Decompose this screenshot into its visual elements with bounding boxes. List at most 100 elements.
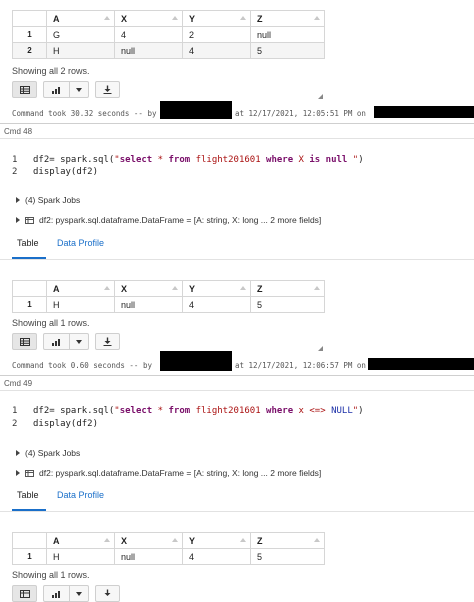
table-row: 2 H null 4 5	[12, 42, 325, 59]
tab-data-profile[interactable]: Data Profile	[57, 238, 104, 248]
chart-part[interactable]	[44, 590, 69, 598]
column-header-y[interactable]: Y	[182, 532, 251, 549]
cell-border	[0, 138, 474, 139]
column-header-x[interactable]: X	[114, 280, 183, 297]
sort-icon[interactable]	[314, 538, 320, 542]
column-header-z[interactable]: Z	[250, 10, 325, 27]
display-toolbar	[12, 585, 120, 602]
table-view-button[interactable]	[12, 81, 37, 98]
table-row: 1 H null 4 5	[12, 296, 325, 313]
table-icon	[19, 85, 30, 94]
resize-handle[interactable]	[318, 94, 323, 99]
column-header-x[interactable]: X	[114, 532, 183, 549]
column-header-z[interactable]: Z	[250, 280, 325, 297]
table-header-row: A X Y Z	[12, 10, 325, 27]
table-header-row: A X Y Z	[12, 532, 325, 549]
command-timestamp: at 12/17/2021, 12:05:51 PM on	[235, 109, 366, 118]
column-header-a[interactable]: A	[46, 280, 115, 297]
cell-label: Cmd 48	[4, 127, 33, 136]
column-header-a[interactable]: A	[46, 532, 115, 549]
download-icon	[103, 85, 112, 94]
table-cell: 5	[250, 42, 325, 59]
chevron-down-icon	[75, 87, 82, 92]
dataframe-table-icon	[25, 216, 34, 224]
chevron-down-icon	[75, 591, 82, 596]
row-index: 1	[12, 26, 47, 43]
chevron-down-icon	[75, 339, 82, 344]
display-toolbar	[12, 333, 120, 350]
sort-icon[interactable]	[104, 538, 110, 542]
cell-label: Cmd 49	[4, 379, 33, 388]
sort-icon[interactable]	[104, 16, 110, 20]
chevron-right-icon	[16, 450, 20, 456]
table-cell: 4	[114, 26, 183, 43]
tab-data-profile[interactable]: Data Profile	[57, 490, 104, 500]
download-button[interactable]	[95, 333, 120, 350]
tab-table[interactable]: Table	[17, 238, 39, 248]
chart-button[interactable]	[43, 81, 89, 98]
sort-icon[interactable]	[240, 538, 246, 542]
code-line-1[interactable]: df2= spark.sql("select * from flight2016…	[33, 406, 364, 416]
column-header-index	[12, 532, 47, 549]
table-cell: H	[46, 548, 115, 565]
download-icon	[104, 589, 111, 596]
table-view-button[interactable]	[12, 585, 37, 602]
row-index: 1	[12, 548, 47, 565]
chart-dropdown[interactable]	[70, 87, 88, 92]
download-button[interactable]	[95, 81, 120, 98]
spark-jobs-label: (4) Spark Jobs	[25, 195, 81, 205]
table-cell: 5	[250, 548, 325, 565]
column-header-z[interactable]: Z	[250, 532, 325, 549]
command-time: Command took 30.32 seconds -- by	[12, 109, 157, 118]
table-cell: H	[46, 296, 115, 313]
sort-icon[interactable]	[172, 286, 178, 290]
code-line-2[interactable]: display(df2)	[33, 419, 98, 429]
chart-button[interactable]	[43, 585, 89, 602]
chart-part[interactable]	[44, 338, 69, 346]
table-cell: 4	[182, 296, 251, 313]
download-button[interactable]	[95, 585, 120, 602]
table-cell: H	[46, 42, 115, 59]
chart-dropdown[interactable]	[70, 339, 88, 344]
display-toolbar	[12, 81, 120, 98]
sort-icon[interactable]	[240, 286, 246, 290]
sort-icon[interactable]	[314, 16, 320, 20]
dataframe-info[interactable]: df2: pyspark.sql.dataframe.DataFrame = […	[16, 468, 321, 478]
chart-button[interactable]	[43, 333, 89, 350]
dataframe-schema: df2: pyspark.sql.dataframe.DataFrame = […	[39, 468, 322, 478]
sort-icon[interactable]	[240, 16, 246, 20]
table-cell: 2	[182, 26, 251, 43]
resize-handle[interactable]	[318, 346, 323, 351]
tab-border	[0, 511, 474, 512]
code-line-2[interactable]: display(df2)	[33, 167, 98, 177]
chart-part[interactable]	[44, 86, 69, 94]
column-header-y[interactable]: Y	[182, 10, 251, 27]
tab-table[interactable]: Table	[17, 490, 39, 500]
sort-icon[interactable]	[314, 286, 320, 290]
row-count-text: Showing all 1 rows.	[12, 570, 90, 580]
table-header-row: A X Y Z	[12, 280, 325, 297]
column-header-x[interactable]: X	[114, 10, 183, 27]
row-count-text: Showing all 2 rows.	[12, 66, 90, 76]
code-line-1[interactable]: df2= spark.sql("select * from flight2016…	[33, 155, 364, 165]
sort-icon[interactable]	[104, 286, 110, 290]
result-table-1: A X Y Z 1 G 4 2 null 2 H null 4 5	[12, 10, 325, 59]
chart-dropdown[interactable]	[70, 591, 88, 596]
spark-jobs-toggle[interactable]: (4) Spark Jobs	[16, 448, 80, 458]
table-icon	[19, 337, 30, 346]
sort-icon[interactable]	[172, 538, 178, 542]
bar-chart-icon	[52, 590, 61, 598]
column-header-a[interactable]: A	[46, 10, 115, 27]
column-header-y[interactable]: Y	[182, 280, 251, 297]
redacted-user	[160, 101, 232, 119]
cell-divider	[0, 123, 474, 124]
line-number: 1	[12, 155, 18, 165]
line-number: 2	[12, 167, 18, 177]
cell-border	[0, 390, 474, 391]
spark-jobs-toggle[interactable]: (4) Spark Jobs	[16, 195, 80, 205]
sort-icon[interactable]	[172, 16, 178, 20]
table-view-button[interactable]	[12, 333, 37, 350]
table-cell: G	[46, 26, 115, 43]
dataframe-info[interactable]: df2: pyspark.sql.dataframe.DataFrame = […	[16, 215, 321, 225]
cell-divider	[0, 375, 474, 376]
